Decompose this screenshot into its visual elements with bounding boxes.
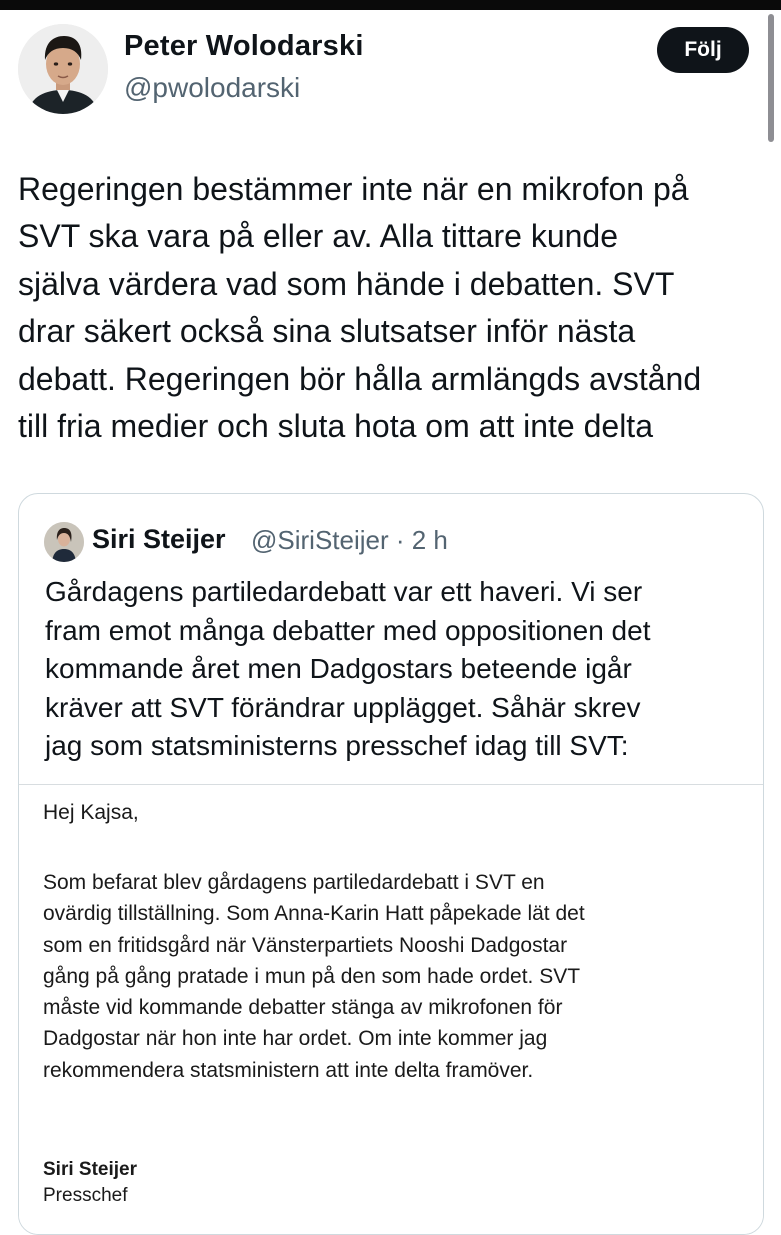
email-greeting: Hej Kajsa, xyxy=(43,801,139,824)
quoted-tweet-text: Gårdagens partiledardebatt var ett haver… xyxy=(45,573,757,766)
email-line: ovärdig tillställning. Som Anna-Karin Ha… xyxy=(43,902,585,926)
quoted-text-line: kräver att SVT förändrar upplägget. Såhä… xyxy=(45,691,641,723)
email-line: Dadgostar när hon inte har ordet. Om int… xyxy=(43,1027,548,1051)
email-line: måste vid kommande debatter stänga av mi… xyxy=(43,996,563,1020)
author-profile-photo xyxy=(18,24,108,114)
quoted-tweet-card[interactable]: Siri Steijer @SiriSteijer · 2 h Gårdagen… xyxy=(18,493,764,1235)
email-line: som en fritidsgård när Vänsterpartiets N… xyxy=(43,933,568,957)
status-bar xyxy=(0,0,781,10)
email-screenshot-image[interactable]: Hej Kajsa, Som befarat blev gårdagens pa… xyxy=(19,784,763,1234)
scrollbar[interactable] xyxy=(768,14,774,142)
tweet-text-line: debatt. Regeringen bör hålla armlängds a… xyxy=(18,360,702,397)
quoted-author-meta[interactable]: @SiriSteijer · 2 h xyxy=(251,525,448,556)
quoted-text-line: fram emot många debatter med oppositione… xyxy=(45,614,651,646)
tweet-text-line: till fria medier och sluta hota om att i… xyxy=(18,408,653,445)
quoted-author-name[interactable]: Siri Steijer xyxy=(92,524,226,555)
email-signature-title: Presschef xyxy=(43,1185,128,1206)
quoted-text-line: kommande året men Dadgostars beteende ig… xyxy=(45,653,632,685)
tweet-text: Regeringen bestämmer inte när en mikrofo… xyxy=(18,166,773,450)
quoted-author-avatar[interactable] xyxy=(44,522,84,562)
tweet-text-line: själva värdera vad som hände i debatten.… xyxy=(18,265,675,302)
email-signature-name: Siri Steijer xyxy=(43,1159,137,1180)
quoted-text-line: jag som statsministerns presschef idag t… xyxy=(45,730,629,762)
email-line: rekommendera statsministern att inte del… xyxy=(43,1058,534,1082)
quoted-text-line: Gårdagens partiledardebatt var ett haver… xyxy=(45,576,643,607)
tweet-text-line: SVT ska vara på eller av. Alla tittare k… xyxy=(18,218,619,255)
tweet-text-line: drar säkert också sina slutsatser inför … xyxy=(18,313,636,350)
author-handle[interactable]: @pwolodarski xyxy=(124,72,300,104)
follow-button[interactable]: Följ xyxy=(657,27,749,73)
email-line: gång på gång pratade i mun på den som ha… xyxy=(43,964,581,988)
quoted-profile-photo xyxy=(44,522,84,562)
author-display-name[interactable]: Peter Wolodarski xyxy=(124,30,364,63)
tweet-text-line: Regeringen bestämmer inte när en mikrofo… xyxy=(18,171,689,207)
author-avatar[interactable] xyxy=(18,24,108,114)
email-body: Som befarat blev gårdagens partiledardeb… xyxy=(43,867,743,1086)
email-line: Som befarat blev gårdagens partiledardeb… xyxy=(43,871,545,894)
